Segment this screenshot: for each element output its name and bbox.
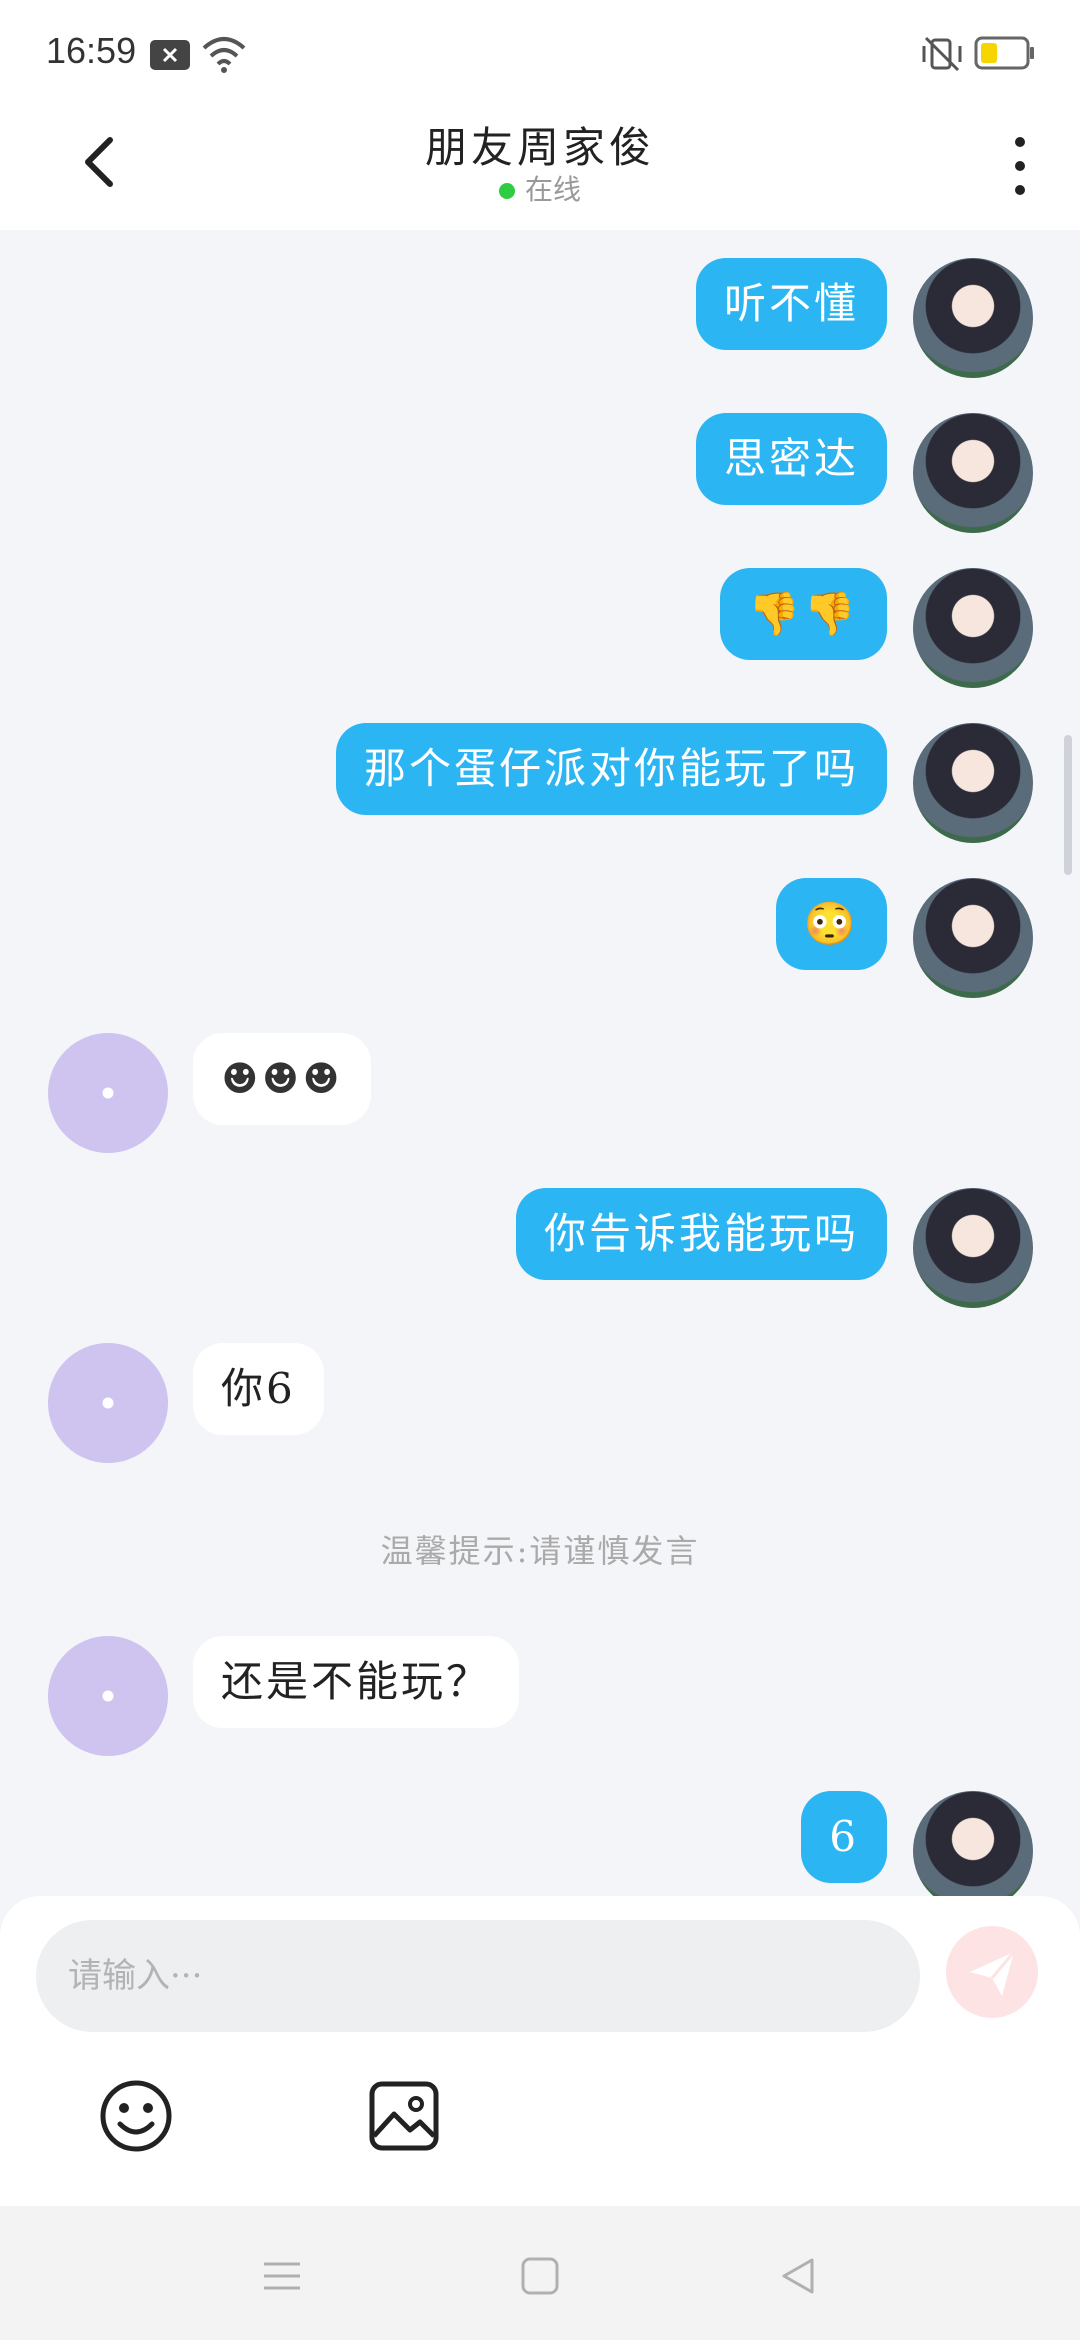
my-message-bubble[interactable]: 👎👎 bbox=[720, 568, 887, 660]
send-button[interactable] bbox=[946, 1926, 1038, 2018]
contact-message-bubble[interactable]: ☻☻☻ bbox=[193, 1033, 371, 1125]
my-avatar[interactable] bbox=[913, 413, 1033, 533]
more-vertical-icon[interactable] bbox=[1000, 126, 1040, 206]
status-time: 16:59 bbox=[46, 30, 137, 71]
contact-avatar[interactable] bbox=[48, 1636, 168, 1756]
chat-header: 朋友周家俊 在线 bbox=[0, 106, 1080, 230]
wifi-icon bbox=[202, 37, 246, 73]
my-avatar[interactable] bbox=[913, 568, 1033, 688]
message-input-box[interactable] bbox=[36, 1920, 920, 2032]
home-square-icon[interactable] bbox=[516, 2252, 564, 2300]
paper-plane-icon bbox=[970, 1951, 1016, 1996]
image-icon[interactable] bbox=[364, 2076, 444, 2156]
contact-message-bubble[interactable]: 还是不能玩？ bbox=[193, 1636, 520, 1728]
battery-icon bbox=[974, 36, 1034, 70]
my-message-bubble[interactable]: 6 bbox=[801, 1791, 887, 1883]
contact-avatar[interactable] bbox=[48, 1343, 168, 1463]
smiley-icon[interactable] bbox=[96, 2076, 176, 2156]
system-notice: 温馨提示:请谨慎发言 bbox=[380, 1532, 700, 1570]
vibrate-mute-icon bbox=[922, 36, 962, 72]
my-avatar[interactable] bbox=[913, 1188, 1033, 1308]
online-dot-icon bbox=[498, 183, 515, 199]
my-avatar[interactable] bbox=[913, 258, 1033, 378]
contact-avatar[interactable] bbox=[48, 1033, 168, 1153]
contact-message-bubble[interactable]: 你6 bbox=[193, 1343, 324, 1435]
my-message-bubble[interactable]: 你告诉我能玩吗 bbox=[515, 1188, 887, 1280]
scrollbar[interactable] bbox=[1064, 735, 1072, 875]
chat-message-list[interactable]: 听不懂 思密达 👎👎 那个蛋仔派对你能玩了吗 😳 ☻☻☻ 你告诉我能玩吗 你6 … bbox=[0, 230, 1080, 1896]
my-avatar[interactable] bbox=[913, 878, 1033, 998]
back-triangle-icon[interactable] bbox=[774, 2252, 822, 2300]
my-message-bubble[interactable]: 思密达 bbox=[695, 413, 887, 505]
my-message-bubble[interactable]: 听不懂 bbox=[695, 258, 887, 350]
input-panel bbox=[0, 1896, 1080, 2206]
my-avatar[interactable] bbox=[913, 723, 1033, 843]
my-message-bubble[interactable]: 那个蛋仔派对你能玩了吗 bbox=[335, 723, 887, 815]
my-avatar[interactable] bbox=[913, 1791, 1033, 1896]
status-bar: 16:59 bbox=[0, 0, 1080, 106]
online-status-label: 在线 bbox=[524, 173, 581, 206]
message-input[interactable] bbox=[36, 1920, 920, 2032]
system-nav-bar bbox=[0, 2206, 1080, 2340]
online-status: 在线 bbox=[0, 168, 1080, 208]
my-message-bubble[interactable]: 😳 bbox=[775, 878, 887, 970]
menu-icon[interactable] bbox=[258, 2252, 306, 2300]
notification-x-icon bbox=[150, 40, 190, 70]
contact-name: 朋友周家俊 bbox=[424, 123, 655, 172]
